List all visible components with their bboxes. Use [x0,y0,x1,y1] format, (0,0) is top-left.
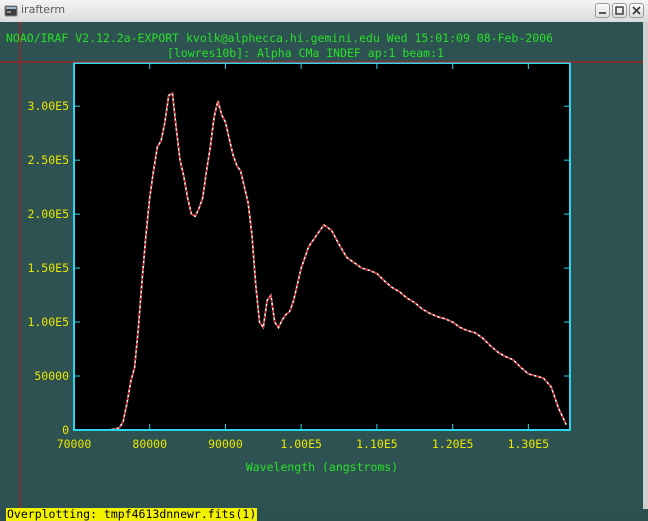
x-tick-label: 1.00E5 [280,437,322,451]
plot-area [74,63,570,430]
spectrum-plot[interactable]: 70000 80000 90000 1.00E5 1.10E5 1.20E5 1.30E5 … [0,22,643,509]
graphics-terminal[interactable]: NOAO/IRAF V2.12.2a-EXPORT kvolk@alphecca… [0,22,643,521]
title-bar[interactable]: irafterm [0,0,648,23]
close-icon [632,6,641,15]
irafterm-window: irafterm NOAO/IRAF V2.12.2a-EXPORT kvolk… [0,0,648,521]
x-tick-label: 90000 [208,437,243,451]
y-tick-label: 50000 [34,369,69,383]
close-button[interactable] [629,3,644,18]
minimize-button[interactable] [595,3,610,18]
x-tick-label: 80000 [132,437,167,451]
terminal-app-icon [4,5,18,17]
y-tick-label: 1.50E5 [27,261,69,275]
y-tick-label: 3.00E5 [27,99,69,113]
status-message: Overplotting: tmpf4613dnnewr.fits(1) [6,507,258,521]
window-title: irafterm [21,3,66,16]
scrollbar[interactable] [643,22,648,509]
maximize-icon [615,6,624,15]
minimize-icon [599,12,606,14]
y-tick-label: 0 [62,423,69,437]
y-tick-label: 2.50E5 [27,153,69,167]
x-tick-label: 1.10E5 [356,437,398,451]
x-tick-label: 70000 [57,437,92,451]
x-tick-label: 1.20E5 [432,437,474,451]
x-axis-title: Wavelength (angstroms) [246,460,398,474]
y-tick-label: 2.00E5 [27,207,69,221]
x-tick-label: 1.30E5 [508,437,550,451]
y-tick-label: 1.00E5 [27,315,69,329]
maximize-button[interactable] [612,3,627,18]
